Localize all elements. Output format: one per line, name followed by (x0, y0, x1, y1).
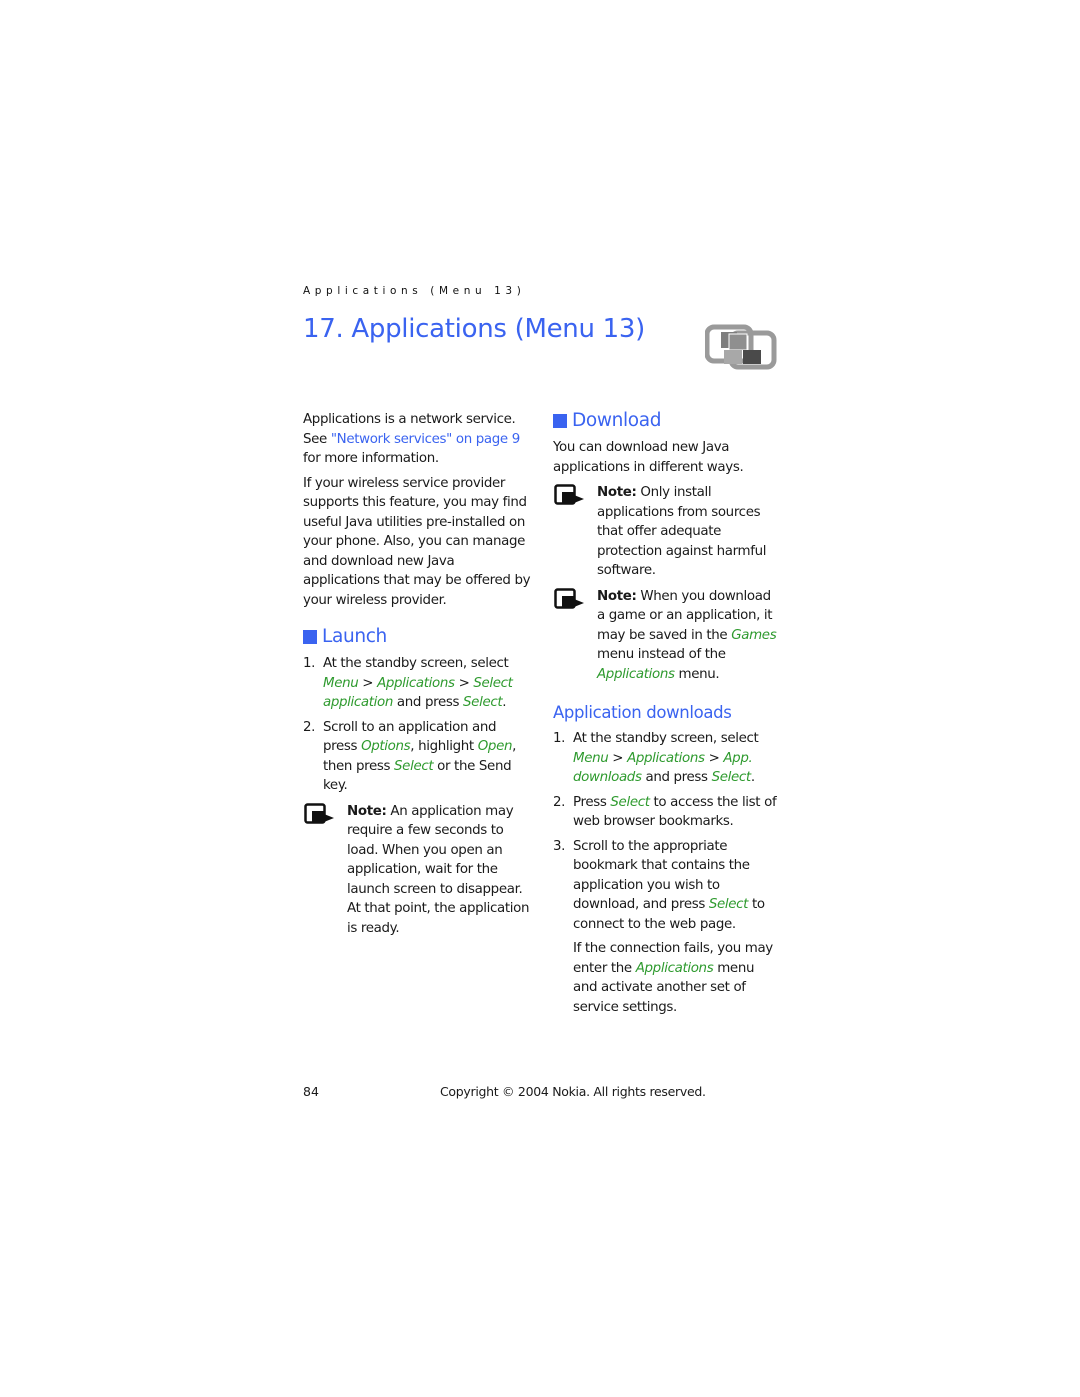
note-icon (304, 802, 334, 824)
app-downloads-steps: 1. At the standby screen, select Menu > A… (553, 729, 781, 934)
download-note-1: Note: Only install applications from sou… (553, 483, 781, 581)
list-item: 2. Scroll to an application and press Opt… (303, 719, 517, 794)
launch-steps: 1. At the standby screen, select Menu > A… (303, 654, 531, 796)
section-square-icon (303, 630, 317, 644)
intro-paragraph-2: If your wireless service provider suppor… (303, 475, 531, 608)
list-item: 1. At the standby screen, select Menu > A… (553, 731, 759, 785)
connection-fail-paragraph: If the connection fails, you may enter t… (573, 941, 773, 1015)
section-square-icon (553, 414, 567, 428)
chapter-title: 17. Applications (Menu 13) (303, 314, 645, 344)
application-downloads-heading: Application downloads (553, 703, 732, 722)
list-item: 1. At the standby screen, select Menu > A… (303, 656, 513, 710)
network-services-link[interactable]: "Network services" on page 9 (331, 432, 520, 447)
right-column: Download You can download new Java appli… (553, 410, 781, 1022)
note-icon (554, 484, 584, 505)
download-heading: Download (553, 410, 781, 432)
launch-heading: Launch (303, 626, 531, 648)
left-column: Applications is a network service. See "… (303, 410, 531, 943)
page-number: 84 (303, 1084, 319, 1099)
launch-note: Note: An application may require a few s… (303, 802, 531, 939)
list-item: 2. Press Select to access the list of web… (553, 794, 777, 830)
download-note-2: Note: When you download a game or an app… (553, 587, 781, 685)
running-head: Applications (Menu 13) (303, 285, 526, 297)
intro-paragraph-1: Applications is a network service. See "… (303, 412, 520, 466)
list-item: 3. Scroll to the appropriate bookmark tha… (553, 838, 765, 932)
applications-menu-icon (705, 324, 777, 370)
copyright: Copyright © 2004 Nokia. All rights reser… (440, 1084, 706, 1099)
note-icon (554, 587, 584, 609)
download-intro: You can download new Java applications i… (553, 440, 744, 475)
